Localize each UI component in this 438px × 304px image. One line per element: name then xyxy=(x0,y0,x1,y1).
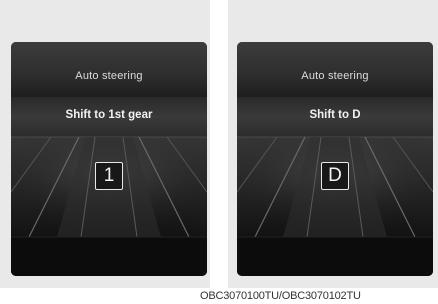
panel-title: Auto steering xyxy=(75,70,143,82)
shift-message: Shift to 1st gear xyxy=(65,109,153,121)
panel-title: Auto steering xyxy=(301,70,369,82)
cluster-display: Auto steering Shift to 1st gear 1 xyxy=(11,42,207,276)
image-caption: OBC3070100TU/OBC3070102TU xyxy=(200,290,361,302)
gear-indicator: 1 xyxy=(95,162,123,190)
shift-message: Shift to D xyxy=(309,109,361,121)
left-panel-frame: Auto steering Shift to 1st gear 1 xyxy=(0,0,210,288)
gear-indicator: D xyxy=(321,162,349,190)
right-panel-frame: Auto steering Shift to D D xyxy=(228,0,438,288)
cluster-display: Auto steering Shift to D D xyxy=(237,42,433,276)
